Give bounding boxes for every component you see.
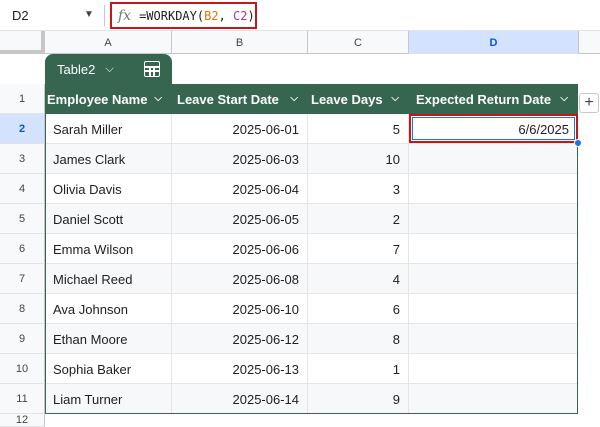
fx-icon: fx [118,7,132,24]
chevron-down-icon[interactable]: ⌵ [154,93,162,104]
cell-c8[interactable]: 6 [308,294,409,324]
cell-a2[interactable]: Sarah Miller [45,114,172,144]
table-row: Daniel Scott 2025-06-05 2 [45,204,578,234]
cell-c7[interactable]: 4 [308,264,409,294]
cell-c3[interactable]: 10 [308,144,409,174]
table-row: James Clark 2025-06-03 10 [45,144,578,174]
cell-d5[interactable] [409,204,578,234]
select-all-corner[interactable] [0,31,45,54]
row-header-2[interactable]: 2 [0,114,45,144]
divider [104,5,105,26]
table-grid-icon[interactable] [144,61,160,77]
cell-d10[interactable] [409,354,578,384]
cell-b2[interactable]: 2025-06-01 [172,114,308,144]
cell-b10[interactable]: 2025-06-13 [172,354,308,384]
cell-b3[interactable]: 2025-06-03 [172,144,308,174]
cell-a5[interactable]: Daniel Scott [45,204,172,234]
formula-bar: D2 ▼ fx =WORKDAY(B2, C2) [0,0,600,31]
row-header-9[interactable]: 9 [0,324,45,354]
cell-b8[interactable]: 2025-06-10 [172,294,308,324]
cell-c4[interactable]: 3 [308,174,409,204]
table-name: Table2 [57,61,96,77]
chevron-down-icon[interactable]: ⌵ [391,93,399,104]
row-header-12[interactable]: 12 [0,414,45,427]
cell-d9[interactable] [409,324,578,354]
row-header-10[interactable]: 10 [0,354,45,384]
cell-b9[interactable]: 2025-06-12 [172,324,308,354]
cell-d6[interactable] [409,234,578,264]
cell-c5[interactable]: 2 [308,204,409,234]
cell-c11[interactable]: 9 [308,384,409,414]
table-name-tab[interactable]: Table2 ⌵ [45,54,172,84]
table-row: Ethan Moore 2025-06-12 8 [45,324,578,354]
row-header-7[interactable]: 7 [0,264,45,294]
chevron-down-icon[interactable]: ⌵ [290,93,298,104]
cell-a11[interactable]: Liam Turner [45,384,172,414]
column-header-c[interactable]: C [308,31,409,54]
table-header-leave-start-date[interactable]: Leave Start Date ⌵ [172,84,308,114]
cell-b7[interactable]: 2025-06-08 [172,264,308,294]
cell-a4[interactable]: Olivia Davis [45,174,172,204]
selected-cell-highlight [409,114,578,143]
row-header-5[interactable]: 5 [0,204,45,234]
cell-c9[interactable]: 8 [308,324,409,354]
row-header-1[interactable]: 1 [0,84,45,114]
cell-c2[interactable]: 5 [308,114,409,144]
cell-a9[interactable]: Ethan Moore [45,324,172,354]
cell-a7[interactable]: Michael Reed [45,264,172,294]
table-row: Olivia Davis 2025-06-04 3 [45,174,578,204]
table-row: Michael Reed 2025-06-08 4 [45,264,578,294]
add-column-button[interactable]: + [579,93,599,113]
row-header-11[interactable]: 11 [0,384,45,414]
row-header-3[interactable]: 3 [0,144,45,174]
table-header-leave-days[interactable]: Leave Days ⌵ [308,84,409,114]
cell-d3[interactable] [409,144,578,174]
table-row: Liam Turner 2025-06-14 9 [45,384,578,414]
row-header-6[interactable]: 6 [0,234,45,264]
table-header-expected-return-date[interactable]: Expected Return Date ⌵ [409,84,578,114]
fill-handle[interactable] [574,139,582,147]
formula-text: =WORKDAY(B2, C2) [139,8,255,23]
row-header-8[interactable]: 8 [0,294,45,324]
cell-a8[interactable]: Ava Johnson [45,294,172,324]
cell-d4[interactable] [409,174,578,204]
row-header-4[interactable]: 4 [0,174,45,204]
cell-d11[interactable] [409,384,578,414]
cell-b6[interactable]: 2025-06-06 [172,234,308,264]
table-header-employee-name[interactable]: Employee Name ⌵ [45,84,172,114]
cell-a10[interactable]: Sophia Baker [45,354,172,384]
cell-d8[interactable] [409,294,578,324]
table-row: Ava Johnson 2025-06-10 6 [45,294,578,324]
cell-b5[interactable]: 2025-06-05 [172,204,308,234]
column-header-b[interactable]: B [172,31,308,54]
table-header-row: Employee Name ⌵ Leave Start Date ⌵ Leave D… [45,84,578,114]
chevron-down-icon[interactable]: ⌵ [560,93,568,104]
table-row: Sophia Baker 2025-06-13 1 [45,354,578,384]
cell-d7[interactable] [409,264,578,294]
cell-b4[interactable]: 2025-06-04 [172,174,308,204]
cell-a6[interactable]: Emma Wilson [45,234,172,264]
name-box[interactable]: D2 ▼ [0,0,104,31]
column-header-d[interactable]: D [409,31,579,54]
cell-c6[interactable]: 7 [308,234,409,264]
formula-input[interactable]: fx =WORKDAY(B2, C2) [110,2,257,29]
cell-b11[interactable]: 2025-06-14 [172,384,308,414]
name-box-value: D2 [12,8,29,23]
cell-c10[interactable]: 1 [308,354,409,384]
column-header-a[interactable]: A [45,31,172,54]
chevron-down-icon[interactable]: ⌵ [105,63,113,76]
table-body: Sarah Miller 2025-06-01 5 6/6/2025 James… [45,114,578,414]
table-row: Emma Wilson 2025-06-06 7 [45,234,578,264]
cell-a3[interactable]: James Clark [45,144,172,174]
chevron-down-icon[interactable]: ▼ [84,9,94,20]
